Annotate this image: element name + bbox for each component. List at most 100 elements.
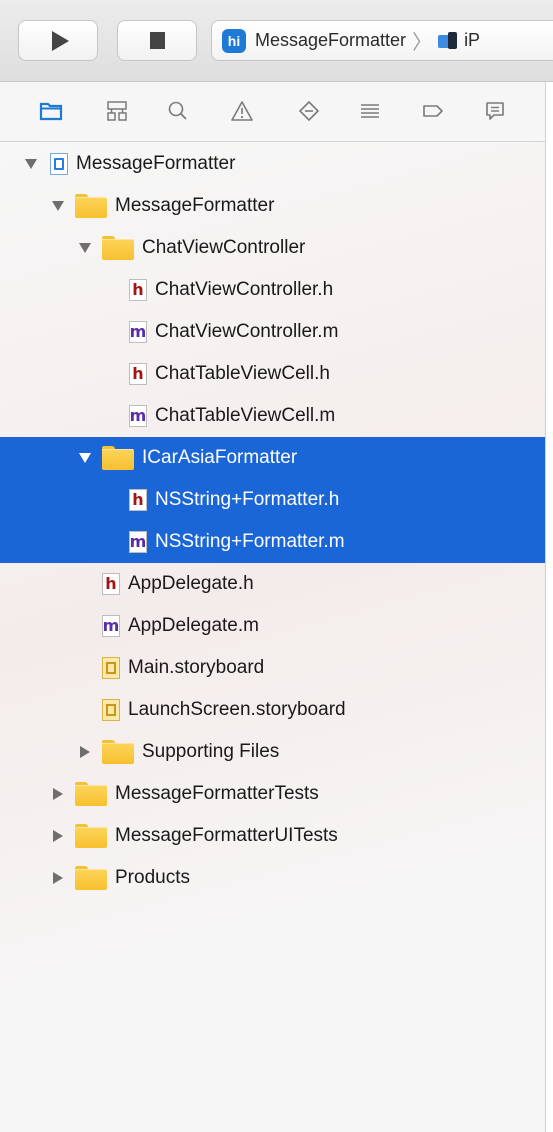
disclosure-closed-icon[interactable]: [51, 871, 65, 885]
disclosure-spacer: [78, 661, 92, 675]
folder-icon: [102, 740, 134, 764]
tree-row[interactable]: h NSString+Formatter.h: [0, 479, 545, 521]
tree-row-label: ChatTableViewCell.m: [155, 405, 336, 426]
disclosure-spacer: [105, 493, 119, 507]
breakpoint-navigator-tab[interactable]: [418, 96, 448, 126]
project-navigator-tab[interactable]: [36, 96, 66, 126]
toolbar: hi MessageFormatter 〉 iP: [0, 0, 553, 82]
header-file-icon: h: [129, 489, 147, 511]
editor-edge: [546, 82, 553, 1132]
storyboard-file-icon: [102, 657, 120, 679]
tree-row[interactable]: ICarAsiaFormatter: [0, 437, 545, 479]
implementation-file-icon: m: [129, 321, 147, 343]
disclosure-closed-icon[interactable]: [78, 745, 92, 759]
tree-row[interactable]: m NSString+Formatter.m: [0, 521, 545, 563]
disclosure-open-icon[interactable]: [24, 157, 38, 171]
folder-icon: [102, 446, 134, 470]
tree-row-label: Main.storyboard: [128, 657, 265, 678]
tree-row[interactable]: m AppDelegate.m: [0, 605, 545, 647]
implementation-file-icon: m: [129, 405, 147, 427]
navigator-selector-bar: [0, 82, 553, 142]
message-icon: [486, 102, 504, 120]
stop-button[interactable]: [117, 20, 197, 61]
tree-row-label: LaunchScreen.storyboard: [128, 699, 346, 720]
folder-icon: [75, 782, 107, 806]
app-icon: hi: [222, 28, 246, 53]
tree-row[interactable]: h ChatTableViewCell.h: [0, 353, 545, 395]
tree-row-label: AppDelegate.h: [128, 573, 254, 594]
project-icon: [50, 153, 68, 175]
tree-row-label: NSString+Formatter.h: [155, 489, 340, 510]
folder-icon: [39, 102, 63, 121]
project-navigator-tree: MessageFormatter MessageFormatter ChatView…: [0, 142, 545, 1132]
tree-row-label: ChatViewController: [142, 237, 306, 258]
tree-row[interactable]: MessageFormatter: [0, 185, 545, 227]
tree-row-label: Supporting Files: [142, 741, 280, 762]
tree-row-label: ChatViewController.h: [155, 279, 334, 300]
folder-icon: [75, 824, 107, 848]
folder-icon: [75, 866, 107, 890]
disclosure-spacer: [78, 577, 92, 591]
find-navigator-tab[interactable]: [163, 96, 193, 126]
disclosure-spacer: [105, 283, 119, 297]
tree-row-label: ChatTableViewCell.h: [155, 363, 330, 384]
tree-row-label: MessageFormatterTests: [115, 783, 319, 804]
tree-row-label: MessageFormatter: [115, 195, 275, 216]
warning-icon: [231, 101, 253, 121]
hierarchy-icon: [107, 101, 127, 121]
header-file-icon: h: [129, 279, 147, 301]
test-navigator-tab[interactable]: [294, 96, 324, 126]
tree-row[interactable]: Products: [0, 857, 545, 899]
tree-row[interactable]: ChatViewController: [0, 227, 545, 269]
stop-icon: [149, 32, 165, 49]
disclosure-open-icon[interactable]: [78, 451, 92, 465]
tree-row[interactable]: h AppDelegate.h: [0, 563, 545, 605]
disclosure-spacer: [105, 535, 119, 549]
diamond-icon: [298, 100, 320, 122]
tree-row-label: MessageFormatterUITests: [115, 825, 338, 846]
disclosure-closed-icon[interactable]: [51, 787, 65, 801]
tag-icon: [423, 105, 443, 117]
header-file-icon: h: [129, 363, 147, 385]
symbol-navigator-tab[interactable]: [102, 96, 132, 126]
header-file-icon: h: [102, 573, 120, 595]
disclosure-spacer: [78, 619, 92, 633]
storyboard-file-icon: [102, 699, 120, 721]
tree-row[interactable]: m ChatTableViewCell.m: [0, 395, 545, 437]
device-icon: [438, 32, 458, 49]
tree-row[interactable]: MessageFormatterUITests: [0, 815, 545, 857]
folder-icon: [75, 194, 107, 218]
tree-row[interactable]: Main.storyboard: [0, 647, 545, 689]
disclosure-spacer: [78, 703, 92, 717]
disclosure-closed-icon[interactable]: [51, 829, 65, 843]
folder-icon: [102, 236, 134, 260]
tree-row[interactable]: LaunchScreen.storyboard: [0, 689, 545, 731]
tree-row-label: Products: [115, 867, 190, 888]
report-navigator-tab[interactable]: [480, 96, 510, 126]
tree-row[interactable]: m ChatViewController.m: [0, 311, 545, 353]
scheme-selector[interactable]: hi MessageFormatter 〉 iP: [211, 20, 553, 61]
run-button[interactable]: [18, 20, 98, 61]
chevron-right-icon: 〉: [412, 32, 433, 54]
disclosure-spacer: [105, 367, 119, 381]
play-icon: [51, 30, 69, 51]
scheme-name: MessageFormatter: [255, 30, 407, 50]
xcode-window: hi MessageFormatter 〉 iP MessageFormatte…: [0, 0, 553, 1132]
disclosure-spacer: [105, 325, 119, 339]
tree-row[interactable]: MessageFormatterTests: [0, 773, 545, 815]
implementation-file-icon: m: [102, 615, 120, 637]
tree-row[interactable]: h ChatViewController.h: [0, 269, 545, 311]
device-name: iP: [464, 30, 481, 50]
tree-row-label: AppDelegate.m: [128, 615, 259, 636]
tree-row[interactable]: MessageFormatter: [0, 143, 545, 185]
debug-navigator-tab[interactable]: [355, 96, 385, 126]
tree-row[interactable]: Supporting Files: [0, 731, 545, 773]
tree-row-label: ChatViewController.m: [155, 321, 339, 342]
disclosure-open-icon[interactable]: [78, 241, 92, 255]
issue-navigator-tab[interactable]: [227, 96, 257, 126]
disclosure-open-icon[interactable]: [51, 199, 65, 213]
disclosure-spacer: [105, 409, 119, 423]
tree-row-label: MessageFormatter: [76, 153, 236, 174]
tree-row-label: ICarAsiaFormatter: [142, 447, 298, 468]
tree-row-label: NSString+Formatter.m: [155, 531, 345, 552]
